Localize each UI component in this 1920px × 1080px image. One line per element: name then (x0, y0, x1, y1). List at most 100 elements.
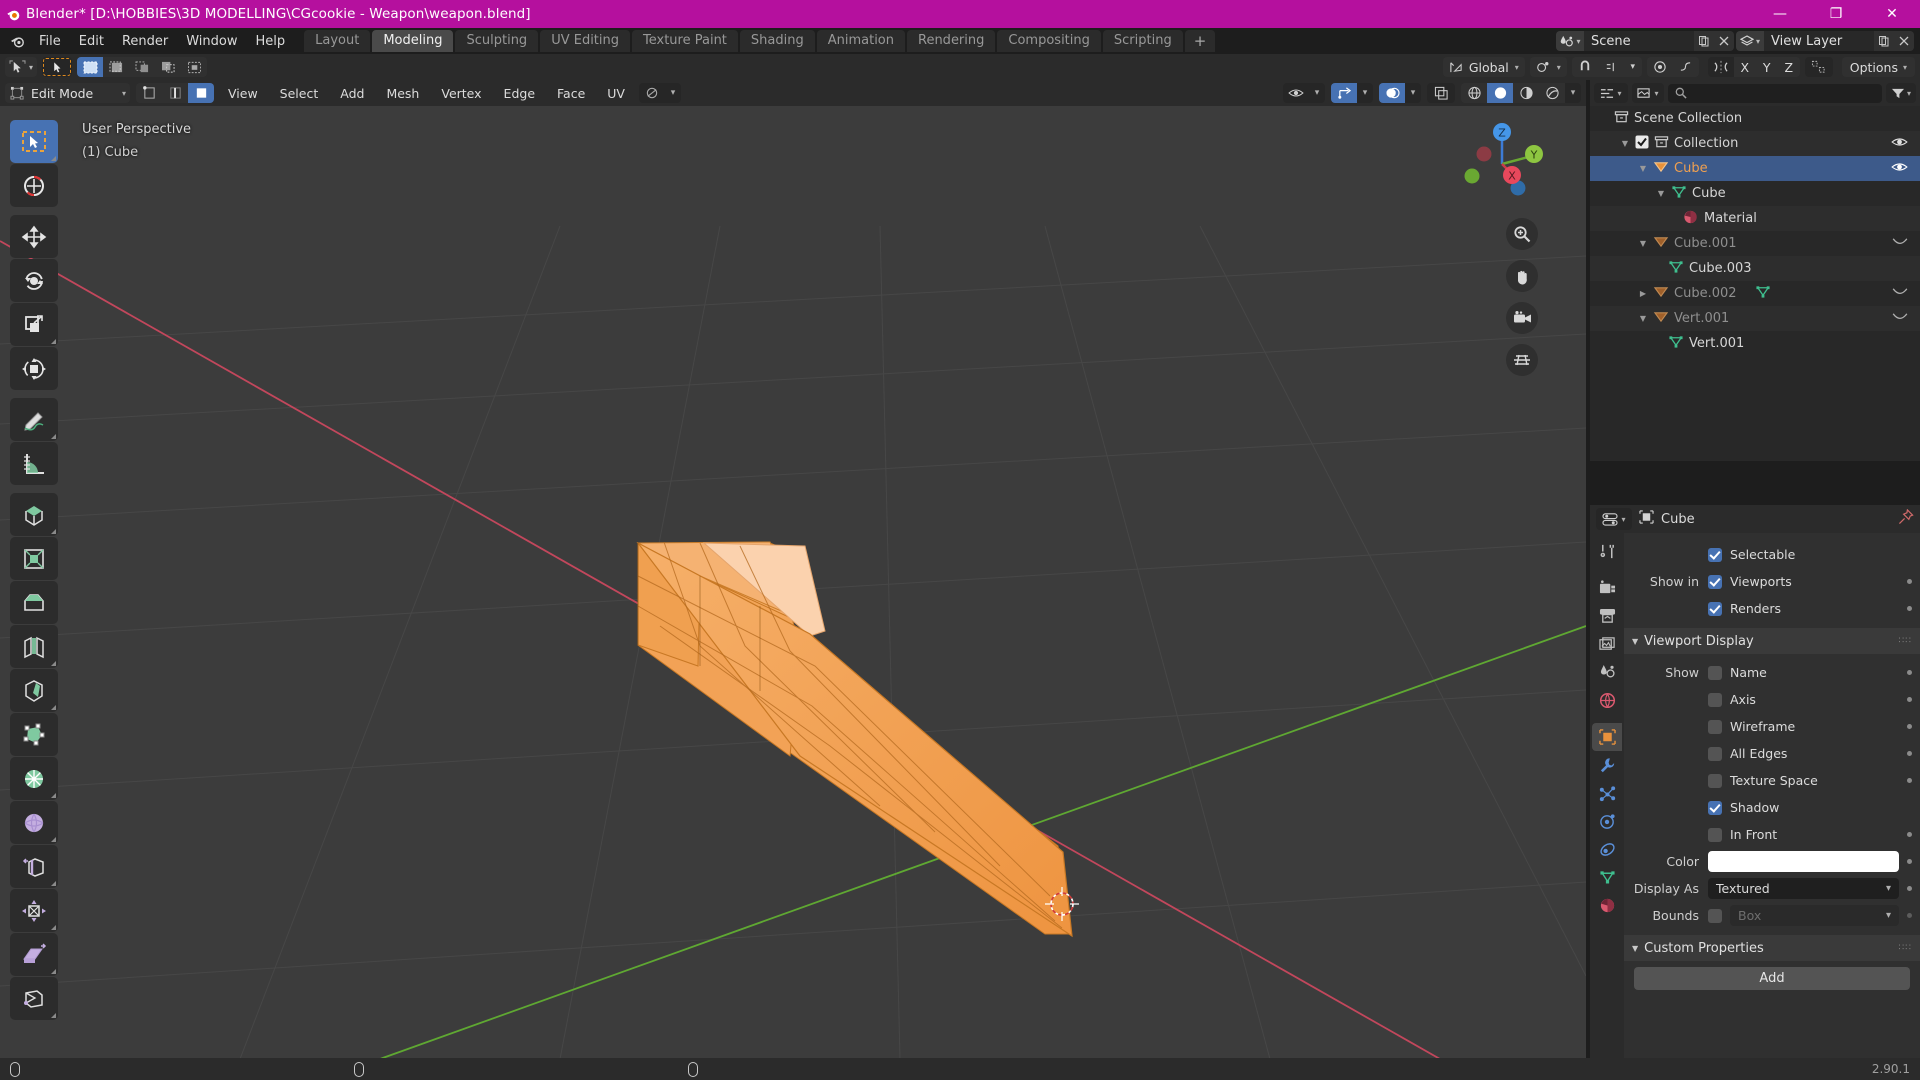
outliner-expand-toggle[interactable]: ▼ (1636, 164, 1650, 173)
mirror-y-button[interactable]: Y (1755, 57, 1778, 77)
tool-tab[interactable] (1592, 537, 1622, 565)
outliner-tree[interactable]: Scene Collection ▼ Collection ▼ Cube ▼ C… (1590, 106, 1920, 461)
camera-view-icon[interactable] (1506, 302, 1538, 334)
rip-region-tool[interactable] (10, 977, 58, 1020)
viewport-menu-vertex[interactable]: Vertex (433, 84, 489, 103)
particles-tab[interactable] (1592, 779, 1622, 807)
pivot-point-dropdown[interactable]: ▾ (1529, 57, 1567, 77)
property-row-wireframe[interactable]: Wireframe (1624, 713, 1920, 740)
tab-shading[interactable]: Shading (739, 30, 815, 52)
animate-property-dot[interactable] (1907, 670, 1912, 675)
world-tab[interactable] (1592, 686, 1622, 714)
minimize-button[interactable]: — (1752, 0, 1808, 28)
bounds-type-dropdown[interactable]: Box ▾ (1730, 905, 1899, 926)
scene-tab[interactable] (1592, 658, 1622, 686)
knife-tool[interactable] (10, 669, 58, 712)
navigation-gizmo[interactable]: Z Y X (1456, 118, 1548, 210)
viewport-menu-select[interactable]: Select (272, 84, 327, 103)
object-data-tab[interactable] (1592, 863, 1622, 891)
outliner-row-cube-002[interactable]: ▶ Cube.002 (1590, 281, 1920, 306)
smooth-tool[interactable] (10, 801, 58, 844)
property-row-in-front[interactable]: In Front (1624, 821, 1920, 848)
animate-property-dot[interactable] (1907, 886, 1912, 891)
outliner-row-cube-mesh[interactable]: ▼ Cube (1590, 181, 1920, 206)
show-axis-checkbox[interactable] (1708, 692, 1722, 707)
collection-visibility-checkbox[interactable] (1635, 135, 1649, 153)
scene-selector[interactable]: ▾ Scene (1556, 31, 1734, 51)
rendered-shading-button[interactable] (1539, 83, 1565, 103)
delete-scene-button[interactable] (1714, 31, 1734, 51)
property-row-name[interactable]: Show Name (1624, 659, 1920, 686)
property-row-renders[interactable]: Renders (1624, 595, 1920, 622)
collapsed-children-icon[interactable] (1892, 311, 1908, 326)
maximize-button[interactable]: ❐ (1808, 0, 1864, 28)
outliner-filter-button[interactable]: ▾ (1886, 83, 1916, 103)
viewport-menu-edge[interactable]: Edge (496, 84, 543, 103)
custom-properties-section-header[interactable]: ▼ Custom Properties ∷∷ (1624, 935, 1920, 961)
properties-editor-type-dropdown[interactable]: ▾ (1596, 508, 1632, 530)
viewport-menu-mesh[interactable]: Mesh (378, 84, 427, 103)
show-shadow-checkbox[interactable] (1708, 800, 1722, 815)
show-name-checkbox[interactable] (1708, 665, 1722, 680)
pin-icon[interactable] (1898, 508, 1914, 529)
visibility-dropdown[interactable]: ▾ (1309, 83, 1325, 103)
tweak-select-box-tool[interactable] (10, 120, 58, 163)
viewport-menu-add[interactable]: Add (332, 84, 372, 103)
property-row-display-as[interactable]: Display As Textured ▾ (1624, 875, 1920, 902)
tab-texture-paint[interactable]: Texture Paint (632, 30, 738, 52)
outliner-row-vert-001[interactable]: ▼ Vert.001 (1590, 306, 1920, 331)
tab-layout[interactable]: Layout (304, 30, 371, 52)
transform-orientation-dropdown[interactable]: Global ▾ (1442, 57, 1525, 77)
animate-property-dot[interactable] (1907, 697, 1912, 702)
solid-shading-button[interactable] (1487, 83, 1513, 103)
drag-grip-icon[interactable]: ∷∷ (1899, 944, 1912, 953)
outliner-row-collection[interactable]: ▼ Collection (1590, 131, 1920, 156)
cursor-tool[interactable] (10, 164, 58, 207)
animate-property-dot[interactable] (1907, 579, 1912, 584)
tab-compositing[interactable]: Compositing (997, 30, 1101, 52)
gizmo-dropdown[interactable]: ▾ (1357, 83, 1373, 103)
add-custom-property-button[interactable]: Add (1634, 967, 1910, 990)
measure-tool[interactable] (10, 442, 58, 485)
snap-chevron-icon[interactable]: ▾ (1623, 57, 1642, 77)
select-difference-button[interactable] (155, 57, 182, 77)
proportional-edit-toggle[interactable] (1646, 57, 1673, 77)
menu-help[interactable]: Help (247, 31, 295, 52)
menu-window[interactable]: Window (177, 31, 246, 52)
close-button[interactable]: ✕ (1864, 0, 1920, 28)
edge-slide-tool[interactable] (10, 845, 58, 888)
property-row-color[interactable]: Color (1624, 848, 1920, 875)
tab-animation[interactable]: Animation (816, 30, 905, 52)
constraints-tab[interactable] (1592, 835, 1622, 863)
toggle-perspective-icon[interactable] (1506, 344, 1538, 376)
show-all-edges-checkbox[interactable] (1708, 746, 1722, 761)
display-as-dropdown[interactable]: Textured ▾ (1708, 878, 1899, 899)
tab-uv-editing[interactable]: UV Editing (540, 30, 631, 52)
select-extend-button[interactable] (103, 57, 130, 77)
select-new-button[interactable] (77, 57, 104, 77)
bounds-checkbox[interactable] (1708, 908, 1722, 923)
loop-cut-tool[interactable] (10, 625, 58, 668)
blender-logo-icon[interactable] (4, 30, 30, 52)
select-box-mode-button[interactable] (42, 57, 73, 77)
property-row-shadow[interactable]: Shadow (1624, 794, 1920, 821)
property-row-selectable[interactable]: Selectable (1624, 541, 1920, 568)
tab-modeling[interactable]: Modeling (372, 30, 454, 52)
wireframe-shading-button[interactable] (1461, 83, 1487, 103)
xray-toggle-button[interactable] (1427, 83, 1455, 103)
proportional-falloff-mesh-dropdown[interactable]: ▾ (664, 83, 681, 103)
outliner-row-cube-object[interactable]: ▼ Cube (1590, 156, 1920, 181)
tab-scripting[interactable]: Scripting (1102, 30, 1183, 52)
mode-selector[interactable]: Edit Mode ▾ (5, 83, 130, 103)
bevel-tool[interactable] (10, 581, 58, 624)
show-overlays-button[interactable] (1379, 83, 1405, 103)
object-color-swatch[interactable] (1708, 851, 1899, 872)
edge-select-mode-button[interactable] (162, 83, 188, 103)
animate-property-dot[interactable] (1907, 913, 1912, 918)
face-select-mode-button[interactable] (188, 83, 214, 103)
move-view-hand-icon[interactable] (1506, 260, 1538, 292)
property-row-bounds[interactable]: Bounds Box ▾ (1624, 902, 1920, 929)
shrink-fatten-tool[interactable] (10, 889, 58, 932)
extrude-region-tool[interactable] (10, 493, 58, 536)
render-tab[interactable] (1592, 574, 1622, 602)
